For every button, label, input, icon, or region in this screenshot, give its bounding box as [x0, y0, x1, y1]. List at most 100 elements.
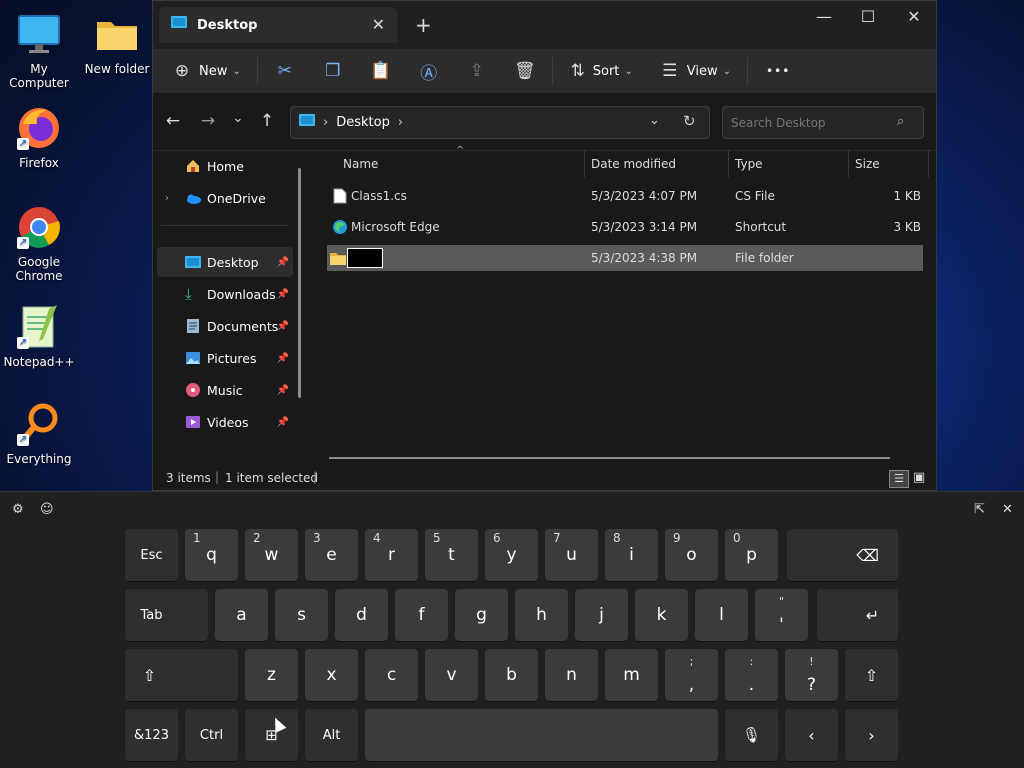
- pin-icon[interactable]: 📌: [277, 289, 289, 300]
- key-c[interactable]: c: [365, 649, 418, 701]
- recent-chevron-icon[interactable]: ⌄: [226, 111, 250, 126]
- key-tab[interactable]: Tab: [125, 589, 208, 641]
- pin-icon[interactable]: 📌: [277, 353, 289, 364]
- desktop-icon-firefox[interactable]: ↗ Firefox: [0, 104, 78, 170]
- new-tab-icon[interactable]: +: [415, 13, 432, 37]
- desktop-icon-my-computer[interactable]: My Computer: [0, 10, 78, 90]
- paste-icon[interactable]: 📋: [370, 61, 392, 81]
- rename-input[interactable]: [347, 248, 383, 268]
- pin-icon[interactable]: 📌: [277, 385, 289, 396]
- new-button[interactable]: ⊕ New ⌄: [171, 61, 241, 81]
- key-h[interactable]: h: [515, 589, 568, 641]
- key-a[interactable]: a: [215, 589, 268, 641]
- key-y[interactable]: 6y: [485, 529, 538, 581]
- key-r[interactable]: 4r: [365, 529, 418, 581]
- rename-icon[interactable]: Ⓐ: [418, 59, 440, 84]
- key-apostrophe[interactable]: " ': [755, 589, 808, 641]
- sidebar-item-onedrive[interactable]: › OneDrive: [157, 183, 293, 213]
- sidebar-item-desktop[interactable]: Desktop 📌: [157, 247, 293, 277]
- key-enter[interactable]: ↵: [817, 589, 898, 641]
- sidebar-item-videos[interactable]: Videos 📌: [157, 407, 293, 437]
- refresh-icon[interactable]: ↻: [683, 112, 696, 130]
- key-shift-left[interactable]: ⇧: [125, 649, 238, 701]
- key-m[interactable]: m: [605, 649, 658, 701]
- key-x[interactable]: x: [305, 649, 358, 701]
- key-s[interactable]: s: [275, 589, 328, 641]
- key-question[interactable]: !?: [785, 649, 838, 701]
- key-backspace[interactable]: ⌫: [787, 529, 898, 581]
- key-g[interactable]: g: [455, 589, 508, 641]
- cut-icon[interactable]: ✂: [274, 61, 296, 81]
- key-q[interactable]: 1q: [185, 529, 238, 581]
- breadcrumb-desktop[interactable]: Desktop: [336, 115, 390, 130]
- table-row-selected[interactable]: 5/3/2023 4:38 PM File folder: [327, 245, 923, 271]
- desktop-icon-chrome[interactable]: ↗ Google Chrome: [0, 203, 78, 283]
- key-shift-right[interactable]: ⇧: [845, 649, 898, 701]
- forward-arrow-icon[interactable]: →: [196, 111, 220, 131]
- maximize-icon[interactable]: ☐: [853, 7, 883, 26]
- key-e[interactable]: 3e: [305, 529, 358, 581]
- sidebar-item-home[interactable]: Home: [157, 151, 293, 181]
- copy-icon[interactable]: ❐: [322, 61, 344, 81]
- key-esc[interactable]: Esc: [125, 529, 178, 581]
- key-p[interactable]: 0p: [725, 529, 778, 581]
- desktop-icon-notepadpp[interactable]: ↗ Notepad++: [0, 303, 78, 369]
- minimize-icon[interactable]: —: [809, 7, 839, 26]
- close-window-icon[interactable]: ✕: [899, 7, 929, 26]
- key-o[interactable]: 9o: [665, 529, 718, 581]
- address-dropdown-icon[interactable]: ⌄: [649, 113, 660, 128]
- key-f[interactable]: f: [395, 589, 448, 641]
- share-icon[interactable]: ⇪: [466, 61, 488, 81]
- key-microphone[interactable]: 🎙: [725, 709, 778, 761]
- key-t[interactable]: 5t: [425, 529, 478, 581]
- details-view-icon[interactable]: ☰: [889, 470, 909, 488]
- tab-desktop[interactable]: Desktop ✕: [159, 7, 397, 43]
- sidebar-item-music[interactable]: Music 📌: [157, 375, 293, 405]
- table-row[interactable]: Class1.cs 5/3/2023 4:07 PM CS File 1 KB: [327, 183, 923, 209]
- key-right-arrow[interactable]: ›: [845, 709, 898, 761]
- keyboard-dock-icon[interactable]: ⇱: [974, 502, 985, 517]
- tiles-view-icon[interactable]: ▣: [913, 470, 925, 485]
- delete-icon[interactable]: 🗑: [514, 61, 536, 81]
- close-tab-icon[interactable]: ✕: [372, 15, 385, 34]
- key-comma[interactable]: ;,: [665, 649, 718, 701]
- view-button[interactable]: ☰ View ⌄: [659, 61, 731, 81]
- horizontal-scrollbar[interactable]: [329, 457, 890, 459]
- key-w[interactable]: 2w: [245, 529, 298, 581]
- column-header-name[interactable]: Name: [337, 151, 585, 177]
- key-n[interactable]: n: [545, 649, 598, 701]
- more-options-button[interactable]: •••: [766, 64, 790, 78]
- address-bar[interactable]: › Desktop › ⌄ ↻: [290, 106, 710, 139]
- pin-icon[interactable]: 📌: [277, 417, 289, 428]
- sidebar-item-documents[interactable]: Documents 📌: [157, 311, 293, 341]
- key-k[interactable]: k: [635, 589, 688, 641]
- key-alt[interactable]: Alt: [305, 709, 358, 761]
- key-windows[interactable]: ⊞: [245, 709, 298, 761]
- up-arrow-icon[interactable]: ↑: [255, 111, 279, 131]
- sort-button[interactable]: ⇅ Sort ⌄: [567, 61, 633, 81]
- sidebar-item-pictures[interactable]: Pictures 📌: [157, 343, 293, 373]
- column-header-size[interactable]: Size: [849, 151, 929, 177]
- key-u[interactable]: 7u: [545, 529, 598, 581]
- key-left-arrow[interactable]: ‹: [785, 709, 838, 761]
- sidebar-scrollbar[interactable]: [298, 168, 301, 398]
- column-header-date[interactable]: Date modified: [585, 151, 729, 177]
- key-space[interactable]: [365, 709, 718, 761]
- keyboard-close-icon[interactable]: ✕: [1002, 502, 1013, 517]
- back-arrow-icon[interactable]: ←: [161, 111, 185, 131]
- key-d[interactable]: d: [335, 589, 388, 641]
- expand-chevron-icon[interactable]: ›: [165, 193, 169, 204]
- key-z[interactable]: z: [245, 649, 298, 701]
- keyboard-emoji-icon[interactable]: ☺: [40, 502, 54, 517]
- desktop-icon-new-folder[interactable]: New folder: [78, 10, 156, 76]
- keyboard-settings-icon[interactable]: ⚙: [12, 502, 24, 517]
- key-b[interactable]: b: [485, 649, 538, 701]
- search-input[interactable]: [722, 106, 924, 139]
- key-i[interactable]: 8i: [605, 529, 658, 581]
- key-j[interactable]: j: [575, 589, 628, 641]
- pin-icon[interactable]: 📌: [277, 257, 289, 268]
- column-header-type[interactable]: Type: [729, 151, 849, 177]
- table-row[interactable]: Microsoft Edge 5/3/2023 3:14 PM Shortcut…: [327, 214, 923, 240]
- pin-icon[interactable]: 📌: [277, 321, 289, 332]
- key-ctrl[interactable]: Ctrl: [185, 709, 238, 761]
